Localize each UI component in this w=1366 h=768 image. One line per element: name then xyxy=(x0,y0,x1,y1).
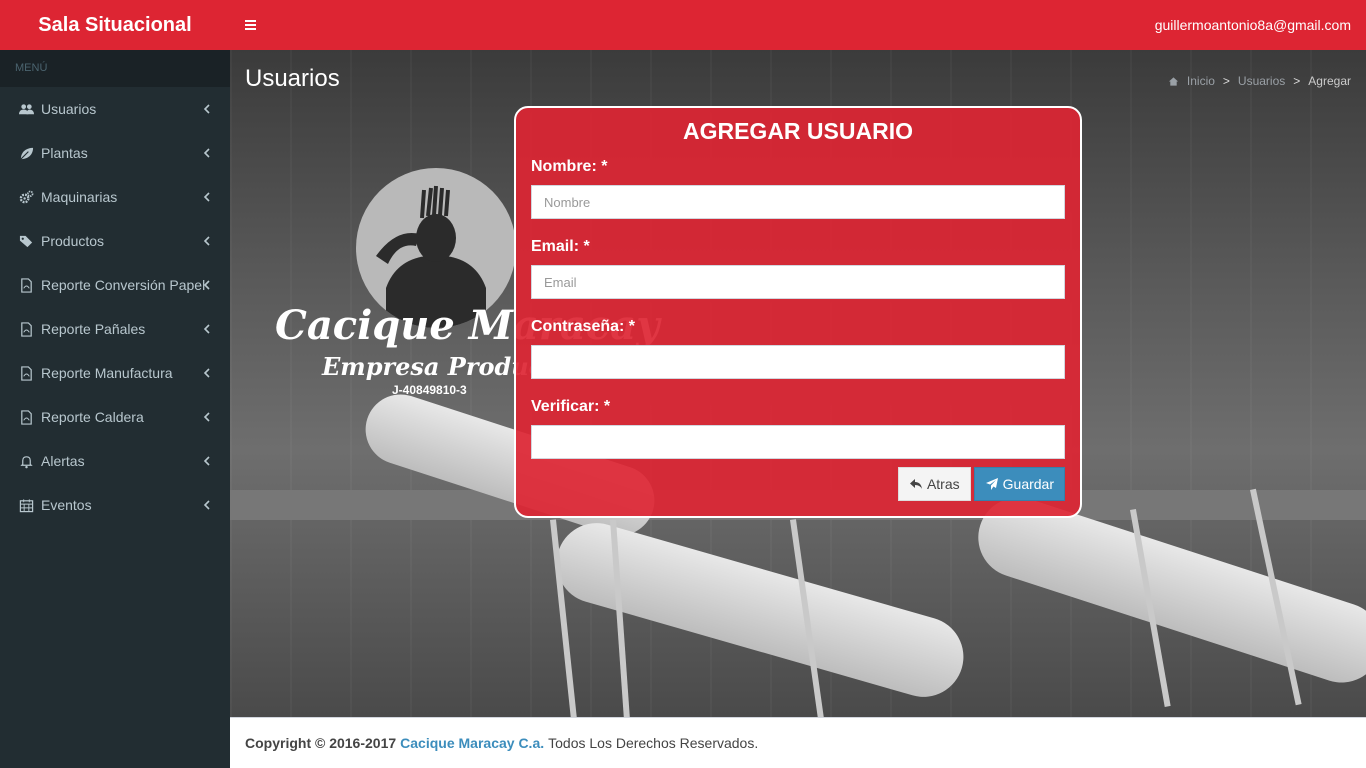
sidebar-item-reporte-caldera[interactable]: Reporte Caldera xyxy=(0,395,230,439)
back-button[interactable]: Atras xyxy=(897,467,971,501)
reply-icon xyxy=(909,479,922,489)
copyright-text: Copyright © 2016-2017 xyxy=(245,735,397,751)
pdf-file-icon xyxy=(18,277,34,293)
chevron-left-icon xyxy=(203,500,210,510)
save-button[interactable]: Guardar xyxy=(973,467,1065,501)
sidebar: MENÚ Usuarios Plantas Maquinarias Produc… xyxy=(0,50,230,768)
breadcrumb-item-agregar: Agregar xyxy=(1308,74,1351,88)
sidebar-item-productos[interactable]: Productos xyxy=(0,219,230,263)
menu-header: MENÚ xyxy=(0,50,230,87)
pdf-file-icon xyxy=(18,365,34,381)
chevron-left-icon xyxy=(203,192,210,202)
sidebar-item-label: Reporte Caldera xyxy=(41,409,144,425)
calendar-icon xyxy=(18,497,34,513)
verify-password-input[interactable] xyxy=(531,425,1065,459)
verify-password-label: Verificar: * xyxy=(531,398,611,415)
chevron-left-icon xyxy=(203,236,210,246)
leaf-icon xyxy=(18,145,34,161)
nombre-input[interactable] xyxy=(531,185,1065,219)
sidebar-item-label: Productos xyxy=(41,233,105,249)
sidebar-item-label: Maquinarias xyxy=(41,189,118,205)
sidebar-item-label: Plantas xyxy=(41,145,88,161)
form-actions: Atras Guardar xyxy=(897,467,1065,501)
sidebar-item-label: Usuarios xyxy=(41,101,97,117)
chevron-left-icon xyxy=(203,280,210,290)
sidebar-toggle-icon[interactable] xyxy=(240,12,262,38)
bell-icon xyxy=(18,453,34,469)
chevron-left-icon xyxy=(203,148,210,158)
sidebar-item-reporte-panales[interactable]: Reporte Pañales xyxy=(0,307,230,351)
users-icon xyxy=(18,101,34,117)
sidebar-item-label: Reporte Conversión Papel xyxy=(41,277,206,293)
home-icon xyxy=(1168,76,1178,86)
footer: Copyright © 2016-2017 Cacique Maracay C.… xyxy=(230,717,1366,768)
sidebar-item-alertas[interactable]: Alertas xyxy=(0,439,230,483)
email-label: Email: * xyxy=(531,238,590,255)
sidebar-item-label: Reporte Pañales xyxy=(41,321,146,337)
password-label: Contraseña: * xyxy=(531,318,636,335)
add-user-form: AGREGAR USUARIO Nombre: * Email: * Contr… xyxy=(514,106,1082,518)
pdf-file-icon xyxy=(18,409,34,425)
form-title: AGREGAR USUARIO xyxy=(682,118,913,144)
sidebar-item-label: Eventos xyxy=(41,497,92,513)
top-navbar: Sala Situacional guillermoantonio8a@gmai… xyxy=(0,0,1366,50)
pdf-file-icon xyxy=(18,321,34,337)
sidebar-item-reporte-manufactura[interactable]: Reporte Manufactura xyxy=(0,351,230,395)
paper-plane-icon xyxy=(985,478,998,490)
content-area: Usuarios Inicio > Usuarios > Agregar Cac… xyxy=(230,50,1366,717)
sidebar-item-reporte-conversion-papel[interactable]: Reporte Conversión Papel xyxy=(0,263,230,307)
logo-rif: J-40849810-3 xyxy=(392,383,467,397)
sidebar-item-label: Alertas xyxy=(41,453,85,469)
rights-text: Todos Los Derechos Reservados. xyxy=(548,735,759,751)
breadcrumb-separator: > xyxy=(1222,74,1230,88)
nombre-label: Nombre: * xyxy=(531,158,608,175)
sidebar-item-plantas[interactable]: Plantas xyxy=(0,131,230,175)
chevron-left-icon xyxy=(203,412,210,422)
brand-logo[interactable]: Sala Situacional xyxy=(0,0,230,50)
page-title: Usuarios xyxy=(245,65,340,92)
back-button-label: Atras xyxy=(926,476,960,492)
sidebar-item-maquinarias[interactable]: Maquinarias xyxy=(0,175,230,219)
chevron-left-icon xyxy=(203,456,210,466)
breadcrumb-item-inicio[interactable]: Inicio xyxy=(1187,74,1215,88)
company-link[interactable]: Cacique Maracay C.a. xyxy=(400,735,544,751)
chevron-left-icon xyxy=(203,368,210,378)
password-input[interactable] xyxy=(531,345,1065,379)
chevron-left-icon xyxy=(203,324,210,334)
sidebar-item-usuarios[interactable]: Usuarios xyxy=(0,87,230,131)
breadcrumb: Inicio > Usuarios > Agregar xyxy=(1168,74,1351,88)
sidebar-item-label: Reporte Manufactura xyxy=(41,365,173,381)
user-menu[interactable]: guillermoantonio8a@gmail.com xyxy=(1155,0,1351,50)
save-button-label: Guardar xyxy=(1002,476,1054,492)
sidebar-item-eventos[interactable]: Eventos xyxy=(0,483,230,527)
tags-icon xyxy=(18,233,34,249)
chevron-left-icon xyxy=(203,104,210,114)
gears-icon xyxy=(18,189,34,205)
email-input[interactable] xyxy=(531,265,1065,299)
breadcrumb-item-usuarios[interactable]: Usuarios xyxy=(1238,74,1285,88)
breadcrumb-separator: > xyxy=(1293,74,1301,88)
